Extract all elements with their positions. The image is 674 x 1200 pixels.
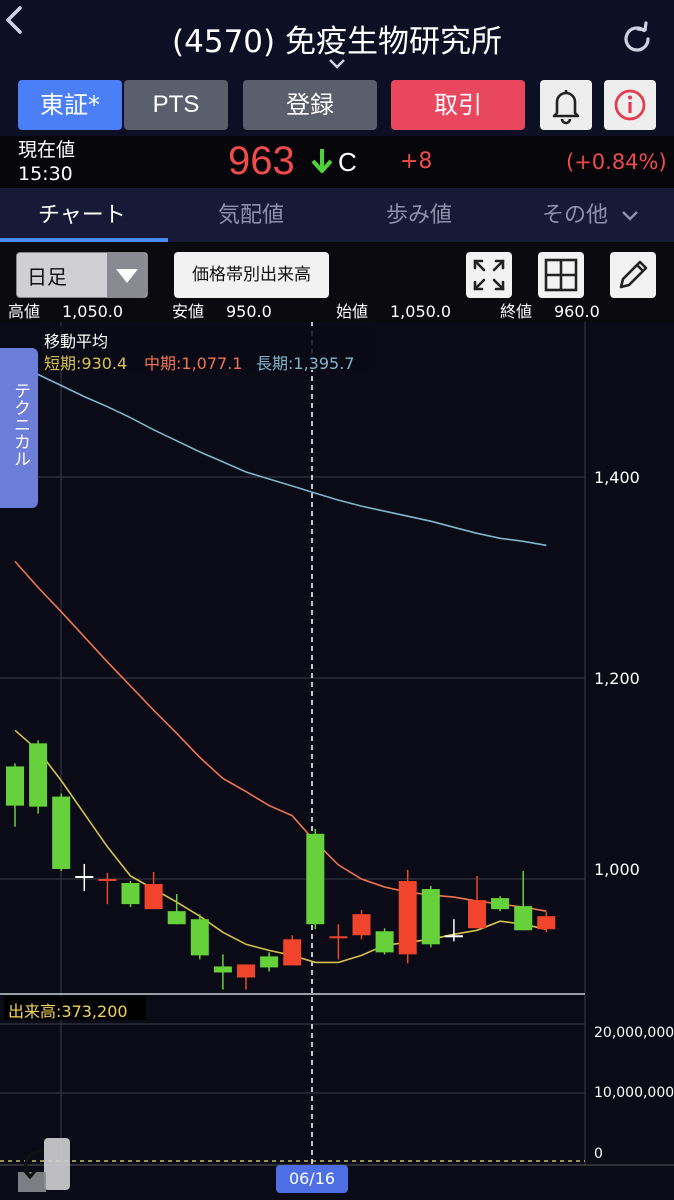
tab-other[interactable]: その他	[542, 200, 639, 232]
tab-tick[interactable]: 歩み値	[386, 200, 452, 232]
candle-body	[421, 889, 440, 945]
candle-body	[98, 879, 117, 881]
period-select[interactable]: 日足	[16, 252, 148, 298]
volume-label: 出来高:373,200	[8, 1002, 128, 1021]
candle-body	[29, 743, 48, 807]
candle-body	[144, 884, 163, 910]
current-price: 963	[228, 139, 295, 183]
active-tab-indicator	[0, 238, 168, 242]
open-label: 始値	[336, 302, 369, 321]
cursor-date-badge: 06/16	[276, 1165, 348, 1193]
info-icon	[614, 89, 646, 121]
candle-body	[213, 966, 232, 973]
price-label: 現在値	[18, 139, 76, 161]
candle-body	[283, 939, 302, 966]
technical-label: テクニカル	[10, 382, 30, 467]
volume-profile-button[interactable]: 価格帯別出来高	[174, 252, 329, 298]
low-value: 950.0	[226, 302, 272, 321]
refresh-icon[interactable]	[618, 20, 656, 58]
candle-body	[514, 906, 533, 931]
candle-body	[352, 914, 371, 936]
candle-body	[537, 916, 556, 930]
price-change-percent: (+0.84%)	[566, 150, 667, 174]
pts-button[interactable]: PTS	[124, 80, 228, 130]
period-select-value: 日足	[27, 265, 67, 289]
candle-body	[75, 875, 94, 878]
candle-body	[121, 883, 140, 905]
candle-body	[491, 898, 510, 910]
volume-tick-0: 0	[594, 1146, 603, 1162]
volume-tick-20m: 20,000,000	[594, 1025, 674, 1041]
close-flag: C	[338, 147, 357, 177]
grid-icon	[544, 258, 578, 292]
tab-quotes[interactable]: 気配値	[218, 200, 284, 232]
price-change: +8	[400, 149, 433, 174]
price-chart[interactable]	[0, 322, 674, 1200]
candle-body	[306, 833, 325, 925]
pencil-icon	[619, 260, 648, 289]
candle-body	[190, 919, 209, 956]
technical-side-tab[interactable]: テクニカル	[0, 348, 38, 508]
candle-body	[167, 911, 186, 925]
close-label: 終値	[500, 302, 533, 321]
ma-title: 移動平均	[44, 332, 109, 351]
down-arrow-icon	[310, 146, 334, 176]
ma-short-value: 短期:930.4	[44, 354, 128, 373]
candle-body	[237, 964, 255, 978]
volume-tick-10m: 10,000,000	[594, 1085, 674, 1101]
chevron-down-icon	[622, 211, 638, 221]
ma-mid-value: 中期:1,077.1	[144, 354, 243, 373]
ytick-1200: 1,200	[594, 669, 640, 688]
high-label: 高値	[8, 302, 41, 321]
candle-body	[260, 956, 279, 968]
candle-body	[398, 881, 417, 955]
tab-chart[interactable]: チャート	[38, 200, 126, 232]
low-label: 安値	[172, 302, 205, 321]
caret-down-icon	[107, 253, 147, 297]
alert-button[interactable]	[540, 80, 592, 130]
tab-other-label: その他	[542, 203, 609, 228]
ytick-1400: 1,400	[594, 468, 640, 487]
candle-body	[329, 936, 348, 939]
expand-icon	[473, 259, 505, 291]
draw-button[interactable]	[610, 252, 656, 298]
close-value: 960.0	[554, 302, 600, 321]
layout-button[interactable]	[538, 252, 584, 298]
candle-body	[52, 796, 71, 869]
candle-body	[468, 900, 486, 929]
scroll-back-icon[interactable]	[18, 1136, 72, 1194]
ytick-1000: 1,000	[594, 860, 640, 879]
chevron-down-icon[interactable]	[326, 56, 348, 70]
candle-body	[375, 931, 394, 953]
page-title[interactable]: (4570) 免疫生物研究所	[0, 16, 674, 61]
tosho-button[interactable]: 東証*	[18, 80, 122, 130]
bell-icon	[552, 90, 580, 125]
ma-long-value: 長期:1,395.7	[256, 354, 355, 373]
high-value: 1,050.0	[62, 302, 124, 321]
quote-time: 15:30	[18, 163, 73, 185]
open-value: 1,050.0	[390, 302, 452, 321]
register-button[interactable]: 登録	[243, 80, 377, 130]
candle-body	[6, 766, 24, 806]
trade-button[interactable]: 取引	[391, 80, 525, 130]
candle-body	[444, 935, 463, 938]
info-button[interactable]	[604, 80, 656, 130]
fullscreen-button[interactable]	[466, 252, 512, 298]
